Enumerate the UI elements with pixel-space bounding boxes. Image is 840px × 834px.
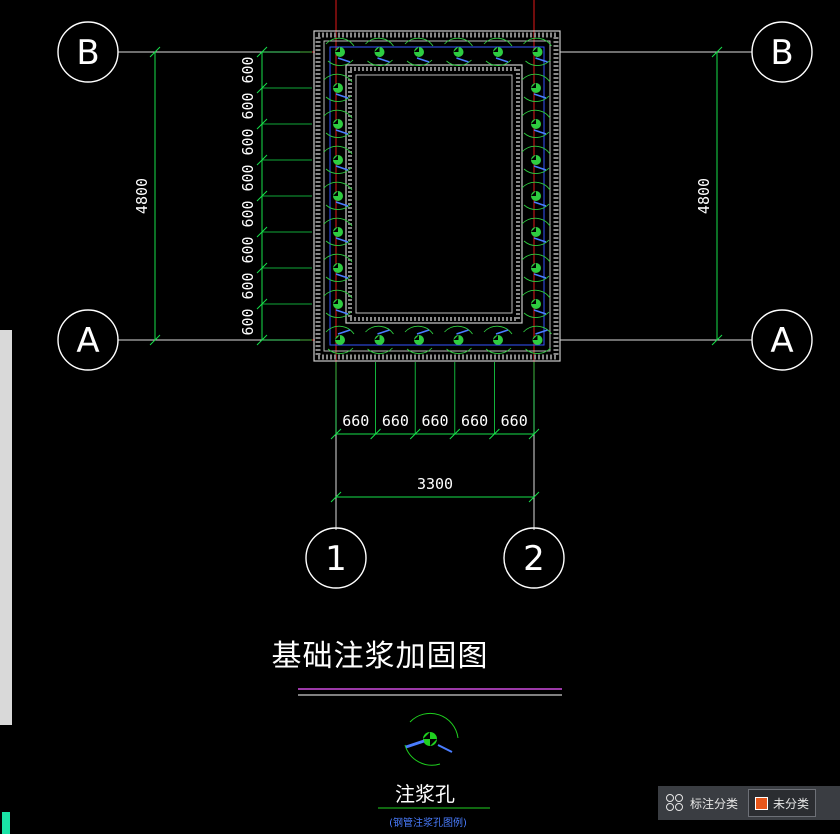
grid-bubble-1: 1 [305,527,367,589]
grid-bubble-2: 2 [503,527,565,589]
dim-horizontal-chain-text: 660 [501,412,528,430]
grout-hole [365,325,394,355]
dim-horizontal-chain-text: 660 [461,412,488,430]
grid-label-1: 1 [325,539,347,579]
dim-vertical-chain-text: 600 [239,236,257,263]
dim-vertical-chain-text: 600 [239,200,257,227]
grid-bubble-a-right: A [751,309,813,371]
dim-vertical-chain-text: 600 [239,128,257,155]
grid-bubble-b-right: B [751,21,813,83]
grout-hole [404,325,434,355]
grout-hole-legend-symbol [404,712,459,766]
grout-hole [323,73,353,103]
grid-bubble-a-left: A [57,309,119,371]
dim-vertical-chain-text: 600 [239,272,257,299]
grout-hole [404,37,434,67]
uncategorized-color-swatch [755,796,769,810]
dim-horizontal-total-text: 3300 [417,475,453,493]
legend-title: 注浆孔 [395,782,455,806]
grout-hole [323,181,353,211]
uncategorized-label: 未分类 [773,796,810,811]
legend-subtitle: (钢管注浆孔图例) [389,816,467,829]
grout-hole [323,109,353,139]
grout-hole [521,181,551,211]
cad-drawing-canvas[interactable]: B B A A 1 2 4800 4800 600600600600600600… [0,0,840,834]
dim-horizontal-chain-text: 660 [342,412,369,430]
grid-bubble-b-left: B [57,21,119,83]
grout-hole [323,253,353,283]
category-grid-icon [666,794,684,812]
dim-vertical-chain: 600 600 600 600 600 600 600 600 [239,46,312,346]
grout-hole [523,325,552,355]
grout-hole [521,109,551,139]
grout-hole [323,217,353,247]
grid-label-2: 2 [523,539,545,579]
grout-hole [523,37,552,67]
grout-hole [365,37,394,67]
dim-vertical-chain-text: 600 [239,164,257,191]
grid-label-b-right: B [770,33,793,73]
grout-hole [521,73,551,103]
grout-hole [521,145,551,175]
dim-horizontal-chain: 660 660 660 660 660 [330,362,540,440]
grid-label-a-right: A [770,321,793,361]
extension-lines [118,51,752,530]
uncategorized-button[interactable]: 未分类 [748,789,817,817]
grout-hole [521,289,551,319]
grout-hole [444,37,473,67]
dim-vertical-total-left: 4800 [133,46,161,346]
grid-label-b-left: B [76,33,99,73]
grout-hole [323,145,353,175]
dim-vertical-chain-text: 600 [239,56,257,83]
grid-label-a-left: A [76,321,99,361]
dim-vertical-chain-text: 600 [239,308,257,335]
dim-horizontal-chain-text: 660 [382,412,409,430]
classify-annotation-button[interactable]: 标注分类 [658,786,744,820]
grid-axis-lines [118,0,752,530]
grout-hole [483,325,513,355]
drawing-title: 基础注浆加固图 [272,639,489,674]
dim-total-left-text: 4800 [133,178,151,214]
dim-horizontal-chain-text: 660 [421,412,448,430]
dim-horizontal-total: 3300 [330,475,540,503]
grout-hole [521,217,551,247]
dim-vertical-total-right: 4800 [695,46,723,346]
grout-hole [444,325,473,355]
grout-hole [483,37,513,67]
classify-label: 标注分类 [690,796,739,811]
dim-total-right-text: 4800 [695,178,713,214]
annotation-status-panel: 标注分类 未分类 [658,786,840,820]
grout-hole [521,253,551,283]
dim-vertical-chain-text: 600 [239,92,257,119]
grout-hole [323,289,353,319]
